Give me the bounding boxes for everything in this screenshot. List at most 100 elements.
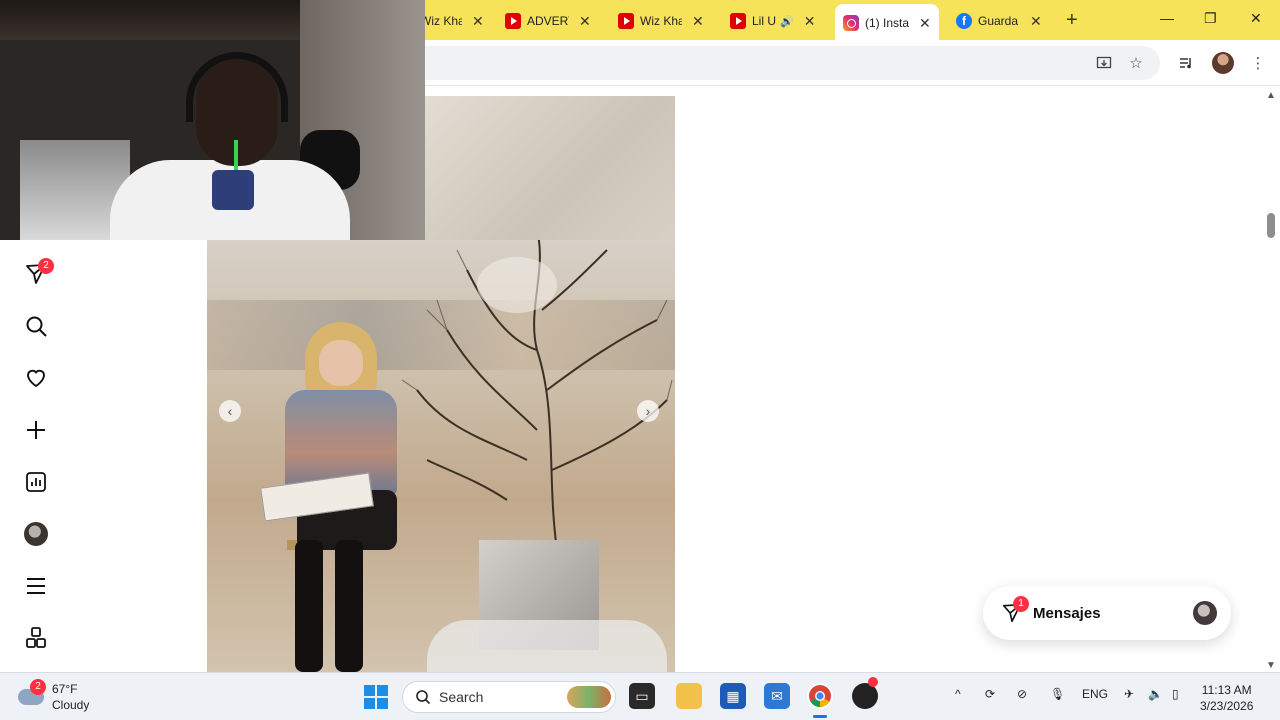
- chart-icon: [26, 472, 46, 492]
- start-button[interactable]: [364, 685, 388, 709]
- avatar: [1193, 601, 1217, 625]
- close-icon[interactable]: ✕: [692, 13, 704, 30]
- weather-temp: 67°F: [52, 682, 78, 696]
- close-icon[interactable]: ✕: [804, 13, 816, 30]
- close-icon[interactable]: ✕: [1030, 13, 1042, 30]
- tab-title: (1) Insta: [865, 16, 909, 30]
- profile-avatar[interactable]: [1212, 52, 1234, 74]
- restore-button[interactable]: ❐: [1204, 10, 1217, 27]
- webcam-overlay: [0, 0, 425, 240]
- tab-title: Wiz Kha: [420, 14, 462, 28]
- battery-icon[interactable]: ▯: [1172, 687, 1179, 701]
- facebook-icon: f: [956, 13, 972, 29]
- cup: [212, 170, 254, 210]
- recording-dot: [868, 677, 878, 687]
- chrome-icon[interactable]: [807, 683, 833, 709]
- weather-condition: Cloudy: [52, 698, 90, 712]
- carousel-prev-button[interactable]: ‹: [219, 400, 241, 422]
- youtube-icon: [618, 13, 634, 29]
- tab-title: Wiz Kha: [640, 14, 682, 28]
- sidebar-item-apps[interactable]: [22, 624, 50, 652]
- tab-wiz-khalifa-2[interactable]: Wiz Kha ✕: [610, 6, 712, 36]
- sidebar-item-more[interactable]: [22, 572, 50, 600]
- address-bar[interactable]: [360, 46, 1160, 80]
- media-control-icon[interactable]: [1177, 54, 1195, 72]
- plus-icon: [27, 421, 45, 439]
- messenger-icon: 1: [1001, 596, 1029, 624]
- new-tab-button[interactable]: +: [1066, 9, 1078, 32]
- taskbar-search[interactable]: Search: [402, 681, 616, 713]
- sidebar-item-profile[interactable]: [22, 520, 50, 548]
- weather-widget[interactable]: 2 67°F Cloudy: [18, 679, 90, 713]
- file-explorer-icon[interactable]: [676, 683, 702, 709]
- clock-date: 3/23/2026: [1200, 699, 1254, 713]
- terminal-app-icon[interactable]: ▭: [629, 683, 655, 709]
- tab-title: Lil U: [752, 14, 777, 28]
- close-icon[interactable]: ✕: [472, 13, 484, 30]
- youtube-icon: [505, 13, 521, 29]
- volume-icon[interactable]: 🔈: [1148, 687, 1163, 701]
- scroll-down-arrow-icon[interactable]: ▼: [1266, 660, 1276, 671]
- bookmark-star-icon[interactable]: ☆: [1127, 54, 1145, 72]
- tab-advert[interactable]: ADVERT ✕: [497, 6, 599, 36]
- messages-pill-badge: 1: [1013, 596, 1029, 612]
- active-app-indicator: [813, 715, 827, 718]
- menu-kebab-icon[interactable]: ⋮: [1249, 54, 1267, 72]
- weather-badge: 2: [30, 679, 46, 695]
- sidebar-item-dashboard[interactable]: [22, 468, 50, 496]
- close-window-button[interactable]: ✕: [1250, 10, 1262, 27]
- clock-time: 11:13 AM: [1201, 683, 1252, 697]
- messages-badge: 2: [38, 258, 54, 274]
- cloud-icon: 2: [18, 679, 46, 705]
- sidebar-item-messages[interactable]: 2: [22, 258, 54, 288]
- tab-title: Guarda: [978, 14, 1019, 28]
- outlook-icon[interactable]: ✉: [764, 683, 790, 709]
- obs-app-icon[interactable]: [852, 677, 878, 709]
- youtube-icon: [730, 13, 746, 29]
- microsoft-store-icon[interactable]: ▦: [720, 683, 746, 709]
- sidebar-item-search[interactable]: [22, 312, 50, 340]
- airplane-icon[interactable]: ✈: [1124, 687, 1134, 701]
- carousel-next-button[interactable]: ›: [637, 400, 659, 422]
- tab-facebook[interactable]: f Guarda ✕: [948, 6, 1050, 36]
- close-icon[interactable]: ✕: [919, 15, 931, 32]
- install-app-icon[interactable]: [1095, 54, 1113, 72]
- tab-instagram[interactable]: (1) Insta ✕: [835, 4, 939, 40]
- scrollbar-thumb[interactable]: [1267, 213, 1275, 238]
- scroll-up-arrow-icon[interactable]: ▲: [1266, 90, 1276, 101]
- no-network-icon[interactable]: ⊘: [1017, 687, 1027, 701]
- minimize-button[interactable]: —: [1160, 10, 1174, 26]
- instagram-sidebar: 2: [0, 240, 72, 672]
- sidebar-item-create[interactable]: [22, 416, 50, 444]
- language-indicator[interactable]: ENG: [1082, 687, 1108, 701]
- search-icon: [26, 316, 47, 337]
- person-boot-left: [295, 540, 323, 672]
- person-boot-right: [335, 540, 363, 672]
- close-icon[interactable]: ✕: [579, 13, 591, 30]
- post-image[interactable]: [207, 240, 675, 672]
- cup-straw: [234, 140, 238, 172]
- windows-taskbar: 2 67°F Cloudy Search ▭ ▦ ✉ ^ ⟳ ⊘ 🎙 ENG ✈…: [0, 672, 1280, 720]
- microphone-icon[interactable]: 🎙: [1050, 687, 1065, 701]
- person-face: [319, 340, 363, 386]
- tab-title: ADVERT: [527, 14, 569, 28]
- post-image-top: [425, 96, 675, 240]
- speaker-icon[interactable]: 🔊: [780, 15, 794, 28]
- messages-pill[interactable]: 1 Mensajes: [983, 586, 1231, 640]
- search-highlight-icon: [567, 686, 611, 708]
- sync-icon[interactable]: ⟳: [985, 687, 995, 701]
- heart-icon: [27, 369, 45, 388]
- avatar: [24, 522, 48, 546]
- clock[interactable]: 11:13 AM 3/23/2026: [1200, 682, 1253, 714]
- apps-grid-icon: [26, 627, 46, 648]
- hamburger-menu-icon: [27, 578, 45, 594]
- search-icon: [416, 690, 431, 705]
- instagram-icon: [843, 15, 859, 31]
- chevron-up-icon[interactable]: ^: [955, 687, 961, 701]
- taskbar-search-label: Search: [439, 689, 484, 705]
- headphones: [186, 52, 288, 122]
- tab-lil-u[interactable]: Lil U 🔊 ✕: [722, 6, 823, 36]
- sidebar-item-notifications[interactable]: [22, 364, 50, 392]
- tulle-fabric: [427, 620, 667, 672]
- branches-illustration: [401, 240, 673, 550]
